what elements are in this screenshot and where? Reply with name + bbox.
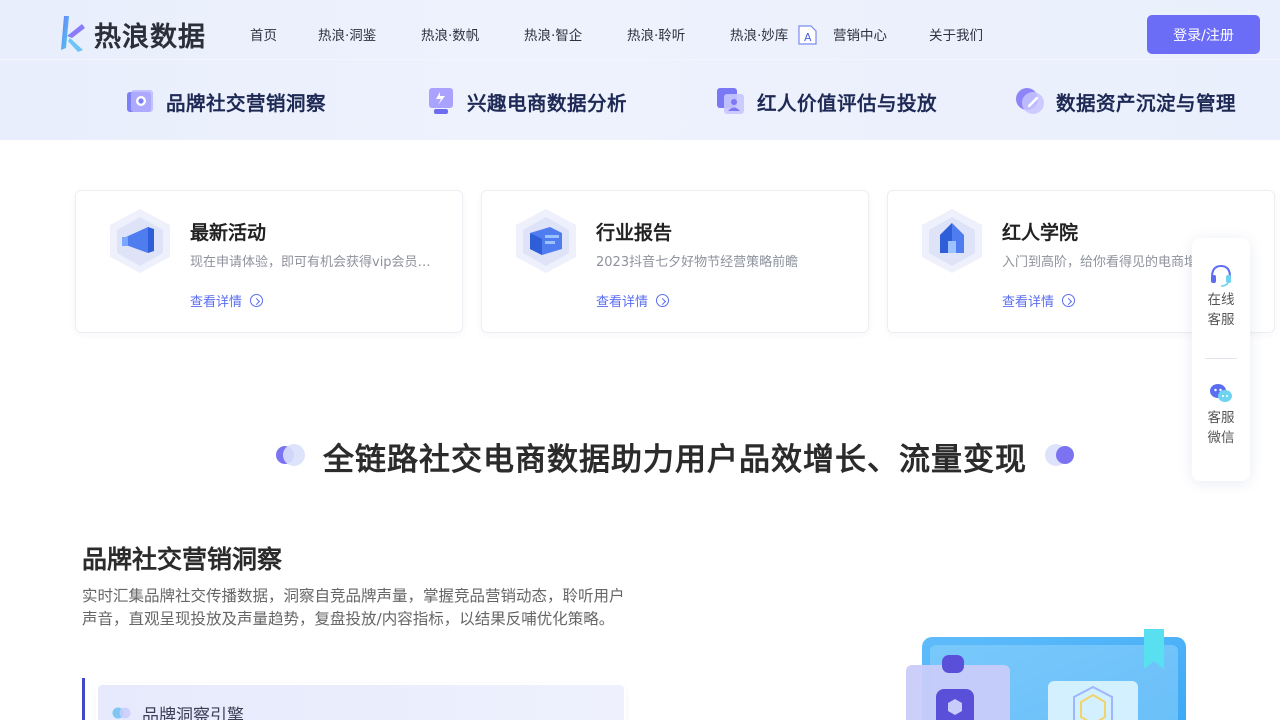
- nav-lingting[interactable]: 热浪·聆听: [627, 24, 685, 44]
- brand-insight-engine-tab[interactable]: 品牌洞察引擎: [96, 683, 626, 720]
- card-industry-report[interactable]: 行业报告 2023抖音七夕好物节经营策略前瞻 查看详情: [481, 190, 869, 333]
- arrow-right-circle-icon: [1062, 294, 1076, 307]
- megaphone-icon: [110, 209, 170, 273]
- decor-dots-right-icon: [1045, 444, 1074, 466]
- view-details-link[interactable]: 查看详情: [1002, 291, 1076, 310]
- view-details-link[interactable]: 查看详情: [596, 291, 670, 310]
- feature-label: 红人价值评估与投放: [757, 91, 938, 115]
- nav-home[interactable]: 首页: [250, 24, 277, 44]
- service-label: 在线: [1207, 292, 1235, 308]
- card-desc: 现在申请体验，即可有机会获得vip会员体验资格: [190, 255, 440, 270]
- service-label: 客服: [1207, 312, 1235, 328]
- report-icon: [516, 209, 576, 273]
- link-label: 查看详情: [190, 295, 243, 310]
- card-desc: 2023抖音七夕好物节经营策略前瞻: [596, 255, 799, 270]
- nav-shufan[interactable]: 热浪·数帆: [421, 24, 479, 44]
- online-service-button[interactable]: 在线 客服: [1192, 262, 1250, 330]
- engine-title: 品牌洞察引擎: [142, 706, 244, 720]
- login-register-button[interactable]: 登录/注册: [1147, 15, 1260, 54]
- view-details-link[interactable]: 查看详情: [190, 291, 264, 310]
- link-label: 查看详情: [596, 295, 649, 310]
- dots-icon: [112, 707, 131, 719]
- influencer-icon: [717, 88, 744, 114]
- brand-name: 热浪数据: [94, 21, 206, 53]
- brand-insight-illustration: [906, 629, 1186, 720]
- nav-miaoku[interactable]: 热浪·妙库: [730, 24, 788, 44]
- camera-icon: [127, 90, 153, 112]
- header-banner: 热浪数据 首页 热浪·洞鉴 热浪·数帆 热浪·智企 热浪·聆听 热浪·妙库 A …: [0, 0, 1280, 140]
- top-nav: 热浪数据 首页 热浪·洞鉴 热浪·数帆 热浪·智企 热浪·聆听 热浪·妙库 A …: [0, 0, 1280, 60]
- card-title: 行业报告: [596, 222, 673, 244]
- arrow-right-circle-icon: [250, 294, 264, 307]
- nav-zhiqi[interactable]: 热浪·智企: [524, 24, 582, 44]
- feature-data-asset[interactable]: 数据资产沉淀与管理: [1015, 86, 1236, 116]
- headline-wrap: 全链路社交电商数据助力用户品效增长、流量变现: [0, 434, 1280, 479]
- wechat-icon: [1210, 384, 1232, 402]
- link-label: 查看详情: [1002, 295, 1055, 310]
- feature-label: 兴趣电商数据分析: [467, 91, 628, 115]
- academy-icon: [922, 209, 982, 273]
- section-title: 品牌社交营销洞察: [82, 545, 283, 574]
- feature-brand-insight[interactable]: 品牌社交营销洞察: [125, 86, 326, 116]
- section-description: 实时汇集品牌社交传播数据，洞察自竞品牌声量，掌握竞品营销动态，聆听用户声音，直观…: [82, 587, 625, 628]
- panel-divider: [1205, 358, 1237, 359]
- data-disc-icon: [1016, 88, 1044, 114]
- page-headline: 全链路社交电商数据助力用户品效增长、流量变现: [323, 442, 1027, 478]
- feature-label: 数据资产沉淀与管理: [1056, 91, 1237, 115]
- feature-label: 品牌社交营销洞察: [166, 91, 327, 115]
- nav-marketing-center[interactable]: 营销中心: [833, 24, 887, 44]
- service-label: 客服: [1207, 410, 1235, 426]
- feature-influencer-value[interactable]: 红人价值评估与投放: [716, 86, 937, 116]
- nav-dongjian[interactable]: 热浪·洞鉴: [318, 24, 376, 44]
- card-title: 红人学院: [1002, 222, 1079, 244]
- logo-k-icon: [61, 16, 85, 52]
- section-indicator-bar: [82, 678, 85, 720]
- card-latest-activity[interactable]: 最新活动 现在申请体验，即可有机会获得vip会员体验资格 查看详情: [75, 190, 463, 333]
- svg-text:A: A: [804, 31, 812, 44]
- card-title: 最新活动: [190, 222, 267, 244]
- live-stream-icon: [429, 88, 453, 114]
- ai-badge-icon: A: [798, 25, 817, 45]
- headset-icon: [1211, 264, 1231, 287]
- nav-about-us[interactable]: 关于我们: [929, 24, 983, 44]
- arrow-right-circle-icon: [656, 294, 670, 307]
- feature-ecommerce-analysis[interactable]: 兴趣电商数据分析: [426, 86, 627, 116]
- brand-logo[interactable]: 热浪数据: [58, 14, 206, 54]
